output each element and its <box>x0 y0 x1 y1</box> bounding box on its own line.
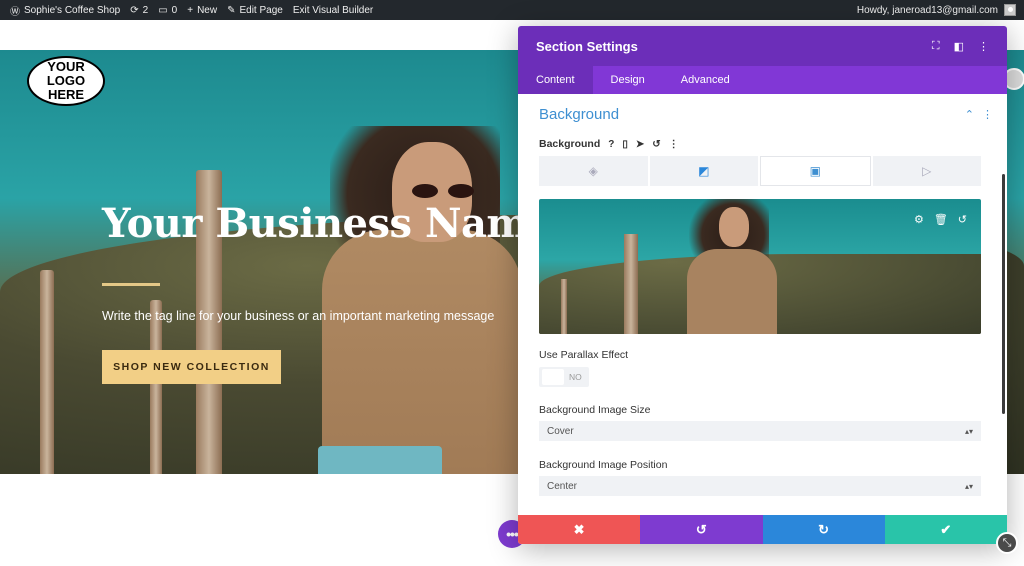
gear-icon[interactable]: ⚙ <box>914 213 924 226</box>
image-position-label: Background Image Position <box>539 459 668 471</box>
woman-figure <box>322 230 522 474</box>
color-fill-icon[interactable]: ◈ <box>539 156 648 186</box>
tab-design[interactable]: Design <box>593 66 663 94</box>
more-options-icon[interactable]: ⋮ <box>978 40 989 53</box>
toggle-value: NO <box>569 372 582 382</box>
account-menu[interactable]: Howdy, janeroad13@gmail.com <box>857 4 1016 16</box>
modal-footer: ✖ ↺ ↻ ✔ <box>518 515 1007 544</box>
comment-icon: ▭ <box>158 4 168 16</box>
refresh-icon: ⟳ <box>130 4 139 16</box>
image-position-select[interactable]: Center ▴▾ <box>539 476 981 496</box>
background-label-row: Background ? ▯ ➤ ↺ ⋮ <box>539 138 679 150</box>
preview-fence-post <box>624 234 638 334</box>
background-image-preview[interactable]: ⚙ 🗑 ↺ <box>539 199 981 334</box>
logo-line-2: LOGO HERE <box>46 73 86 102</box>
comments-count: 0 <box>171 4 178 16</box>
image-position-value: Center <box>547 480 578 492</box>
hero-tagline: Write the tag line for your business or … <box>102 309 495 323</box>
preview-woman-figure <box>687 249 777 334</box>
pencil-icon: ✎ <box>227 4 236 16</box>
logo-line-1: YOUR <box>47 59 85 74</box>
site-name-link[interactable]: Ⓦ Sophie's Coffee Shop <box>10 3 120 18</box>
trash-icon[interactable]: 🗑 <box>934 213 948 226</box>
image-size-value: Cover <box>547 425 574 437</box>
collapse-icon[interactable]: ⌃ <box>965 108 974 121</box>
preview-woman-head <box>719 207 749 247</box>
section-settings-modal: Section Settings ⛶ ◧ ⋮ Content Design Ad… <box>518 26 1007 544</box>
new-label: New <box>197 4 218 16</box>
video-icon[interactable]: ▷ <box>872 156 981 186</box>
tab-content[interactable]: Content <box>518 66 593 94</box>
cursor-icon[interactable]: ➤ <box>636 139 644 150</box>
updates-count: 2 <box>142 4 149 16</box>
image-icon[interactable]: ▣ <box>760 156 871 186</box>
admin-bar: Ⓦ Sophie's Coffee Shop ⟳ 2 ▭ 0 + New ✎ E… <box>0 0 1024 20</box>
background-section-title[interactable]: Background <box>539 106 619 123</box>
edit-page-link[interactable]: ✎ Edit Page <box>227 5 283 16</box>
tab-advanced[interactable]: Advanced <box>663 66 748 94</box>
help-icon[interactable]: ? <box>608 139 614 150</box>
section-menu-icon[interactable]: ⋮ <box>982 108 993 121</box>
resize-handle-icon[interactable]: ⤡ <box>996 532 1018 554</box>
sunglasses <box>412 184 478 200</box>
select-arrows-icon: ▴▾ <box>964 481 973 491</box>
select-arrows-icon: ▴▾ <box>964 426 973 436</box>
cancel-button[interactable]: ✖ <box>518 515 641 544</box>
modal-body: Background ⌃ ⋮ Background ? ▯ ➤ ↺ ⋮ ◈ ◩ … <box>518 94 1007 515</box>
modal-header: Section Settings ⛶ ◧ ⋮ <box>518 26 1007 66</box>
undo-button[interactable]: ↺ <box>640 515 763 544</box>
fullscreen-icon[interactable]: ⛶ <box>932 40 940 53</box>
reset-icon[interactable]: ↺ <box>958 213 967 226</box>
avatar <box>1004 4 1016 16</box>
site-name: Sophie's Coffee Shop <box>24 4 121 16</box>
background-type-tabs: ◈ ◩ ▣ ▷ <box>539 156 981 186</box>
gradient-icon[interactable]: ◩ <box>649 156 758 186</box>
wordpress-icon: Ⓦ <box>10 6 20 18</box>
modal-title: Section Settings <box>536 38 638 54</box>
parallax-label: Use Parallax Effect <box>539 349 629 361</box>
plus-icon: + <box>187 4 194 16</box>
howdy-text: Howdy, janeroad13@gmail.com <box>856 4 998 16</box>
site-logo[interactable]: YOUR LOGO HERE <box>27 56 105 106</box>
background-label: Background <box>539 138 601 150</box>
edit-page-label: Edit Page <box>239 4 283 16</box>
image-size-select[interactable]: Cover ▴▾ <box>539 421 981 441</box>
parallax-toggle[interactable]: NO <box>539 367 589 387</box>
fence-post <box>150 300 162 474</box>
toggle-knob <box>542 369 564 385</box>
save-button[interactable]: ✔ <box>884 515 1007 544</box>
options-icon[interactable]: ⋮ <box>669 139 679 150</box>
preview-fence-post <box>561 279 567 334</box>
divider <box>102 283 160 286</box>
new-link[interactable]: + New <box>187 5 217 16</box>
comments-link[interactable]: ▭ 0 <box>158 5 177 16</box>
modal-tabs: Content Design Advanced <box>518 66 1007 94</box>
redo-button[interactable]: ↻ <box>762 515 885 544</box>
reset-icon[interactable]: ↺ <box>652 139 660 150</box>
mobile-icon[interactable]: ▯ <box>622 139 628 150</box>
shop-new-collection-button[interactable]: SHOP NEW COLLECTION <box>102 350 281 384</box>
sidebar-icon[interactable]: ◧ <box>954 40 964 53</box>
fence-post <box>40 270 54 474</box>
hero-title: Your Business Name I <box>102 200 585 247</box>
image-size-label: Background Image Size <box>539 404 651 416</box>
jeans <box>318 446 442 474</box>
updates-link[interactable]: ⟳ 2 <box>130 5 148 16</box>
scrollbar[interactable] <box>1002 174 1005 414</box>
exit-builder-link[interactable]: Exit Visual Builder <box>293 5 373 16</box>
exit-builder-label: Exit Visual Builder <box>292 4 374 16</box>
